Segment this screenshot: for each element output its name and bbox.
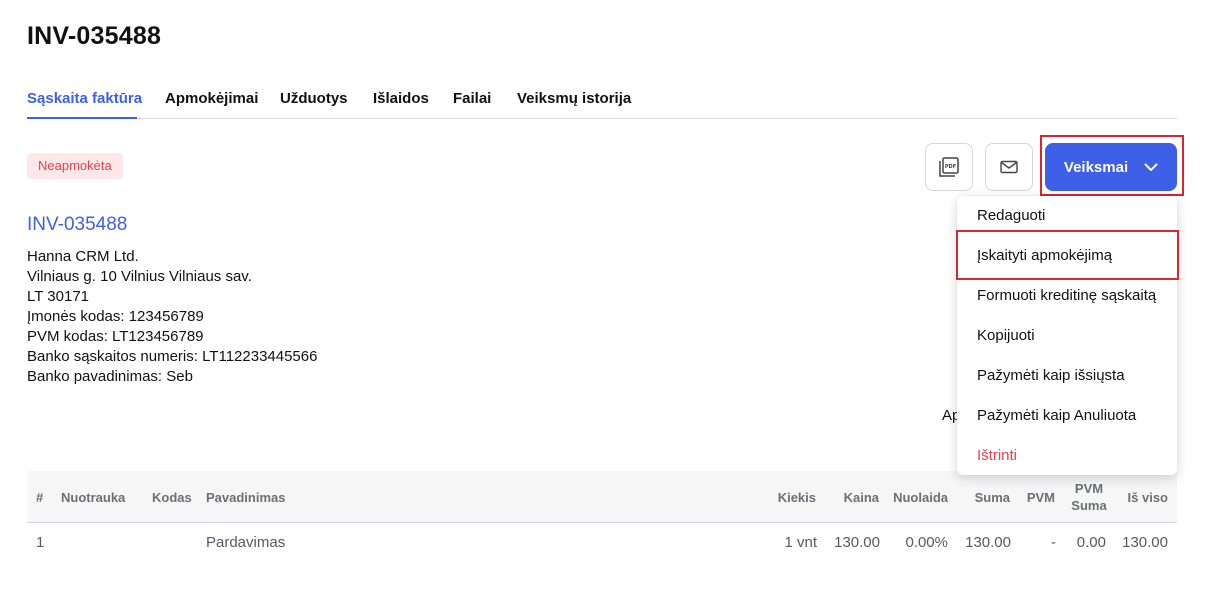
column-header-name: Pavadinimas xyxy=(206,490,286,505)
column-header-discount: Nuolaida xyxy=(893,490,948,505)
active-tab-indicator xyxy=(27,117,137,119)
cell-number: 1 xyxy=(36,534,45,551)
column-header-vat-sum-line1: PVM xyxy=(1074,481,1104,496)
column-header-vat-sum-line2: Suma xyxy=(1071,498,1107,513)
menu-item-mark-sent[interactable]: Pažymėti kaip išsiųsta xyxy=(977,367,1125,384)
invoice-number[interactable]: INV-035488 xyxy=(27,214,127,236)
send-email-button[interactable] xyxy=(985,143,1033,191)
menu-item-mark-cancelled[interactable]: Pažymėti kaip Anuliuota xyxy=(977,407,1136,424)
pdf-icon: PDF xyxy=(939,157,959,177)
chevron-down-icon xyxy=(1144,163,1158,171)
cell-name: Pardavimas xyxy=(206,534,286,551)
company-name: Hanna CRM Ltd. xyxy=(27,248,139,265)
cell-price: 130.00 xyxy=(834,534,880,551)
company-postcode: LT 30171 xyxy=(27,288,89,305)
cell-sum: 130.00 xyxy=(965,534,1011,551)
svg-text:PDF: PDF xyxy=(945,164,956,170)
cell-quantity: 1 vnt xyxy=(784,534,817,551)
cell-discount: 0.00% xyxy=(905,534,948,551)
column-header-price: Kaina xyxy=(843,490,879,505)
cell-vat: - xyxy=(1051,534,1056,551)
column-header-total: Iš viso xyxy=(1127,490,1168,505)
menu-item-edit[interactable]: Redaguoti xyxy=(977,207,1045,224)
company-bank-name: Banko pavadinimas: Seb xyxy=(27,368,193,385)
menu-item-delete[interactable]: Ištrinti xyxy=(977,447,1017,464)
page-title: INV-035488 xyxy=(27,22,162,50)
status-badge: Neapmokėta xyxy=(27,153,123,179)
tab-action-history[interactable]: Veiksmų istorija xyxy=(517,90,631,107)
menu-item-create-credit-note[interactable]: Formuoti kreditinę sąskaitą xyxy=(977,287,1156,304)
company-details: Hanna CRM Ltd. Vilniaus g. 10 Vilnius Vi… xyxy=(27,247,317,387)
tab-expenses[interactable]: Išlaidos xyxy=(373,90,429,107)
company-code: Įmonės kodas: 123456789 xyxy=(27,308,204,325)
actions-dropdown-menu: Redaguoti Įskaityti apmokėjimą Formuoti … xyxy=(957,196,1177,475)
pdf-button[interactable]: PDF xyxy=(925,143,973,191)
company-address: Vilniaus g. 10 Vilnius Vilniaus sav. xyxy=(27,268,252,285)
column-header-vat: PVM xyxy=(1026,490,1055,505)
tab-files[interactable]: Failai xyxy=(453,90,491,107)
column-header-code: Kodas xyxy=(152,490,192,505)
column-header-image: Nuotrauka xyxy=(61,490,126,505)
column-header-sum: Suma xyxy=(974,490,1010,505)
email-icon xyxy=(1000,160,1018,174)
cell-total: 130.00 xyxy=(1122,534,1168,551)
actions-button-label: Veiksmai xyxy=(1063,158,1129,176)
column-header-number: # xyxy=(36,490,44,505)
tab-bar: Sąskaita faktūra Apmokėjimai Užduotys Iš… xyxy=(27,80,1177,119)
tab-tasks[interactable]: Užduotys xyxy=(280,90,348,107)
tab-payments[interactable]: Apmokėjimai xyxy=(165,90,258,107)
column-header-vat-sum: PVM Suma xyxy=(1069,480,1109,514)
actions-button[interactable]: Veiksmai xyxy=(1045,143,1177,191)
menu-item-record-payment[interactable]: Įskaityti apmokėjimą xyxy=(977,247,1112,264)
items-table-header: # Nuotrauka Kodas Pavadinimas Kiekis Kai… xyxy=(27,471,1177,523)
column-header-quantity: Kiekis xyxy=(777,490,816,505)
menu-item-copy[interactable]: Kopijuoti xyxy=(977,327,1035,344)
tab-invoice[interactable]: Sąskaita faktūra xyxy=(27,90,142,107)
cell-vat-sum: 0.00 xyxy=(1076,534,1106,551)
company-vat-code: PVM kodas: LT123456789 xyxy=(27,328,204,345)
company-bank-account: Banko sąskaitos numeris: LT112233445566 xyxy=(27,348,318,365)
